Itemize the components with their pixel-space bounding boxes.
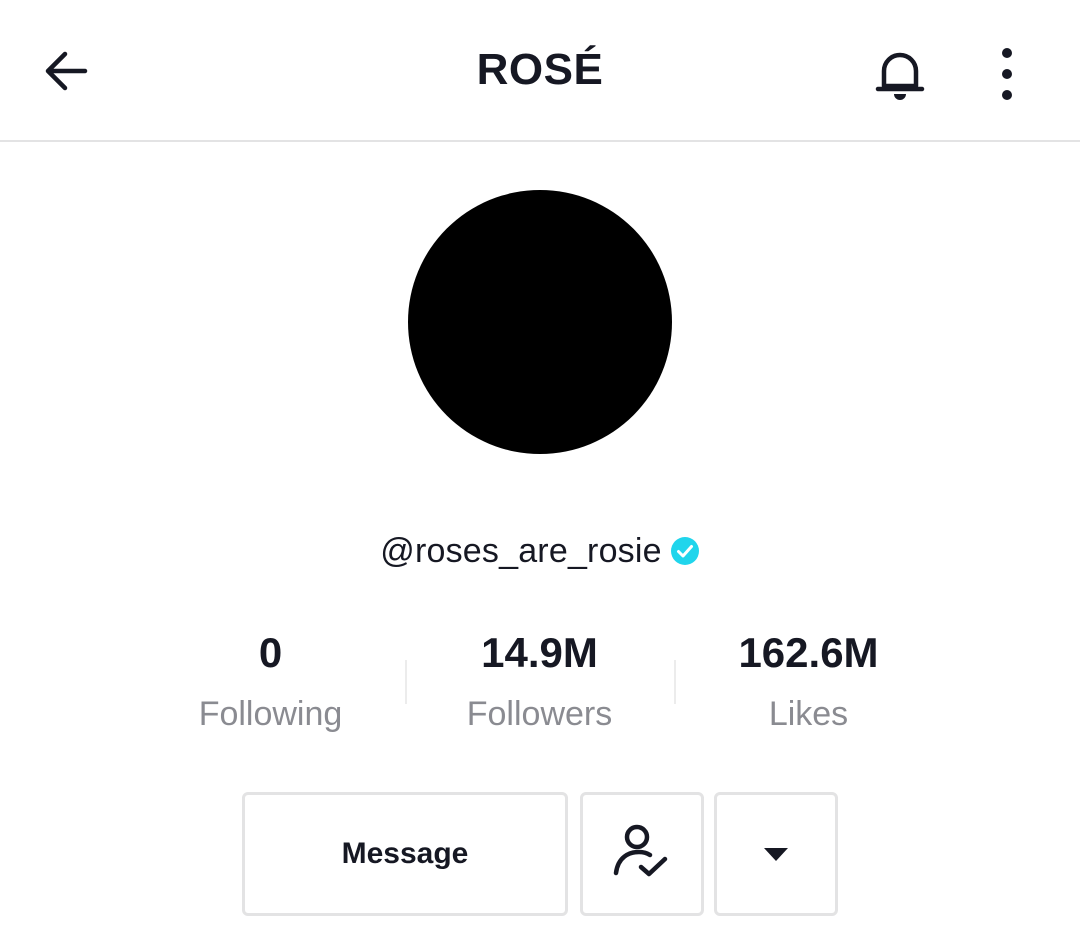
bell-icon xyxy=(875,52,925,100)
message-button[interactable]: Message xyxy=(242,792,568,916)
vertical-dots-icon xyxy=(1002,48,1012,100)
avatar[interactable] xyxy=(408,190,672,454)
following-label: Following xyxy=(198,695,343,733)
profile-stats: 0 Following 14.9M Followers 162.6M Likes xyxy=(136,624,944,754)
stat-following[interactable]: 0 Following xyxy=(136,624,405,754)
stat-followers[interactable]: 14.9M Followers xyxy=(405,624,674,754)
likes-count: 162.6M xyxy=(738,629,879,676)
following-button[interactable] xyxy=(580,792,704,916)
verified-badge-icon xyxy=(670,537,699,565)
following-count: 0 xyxy=(258,629,283,676)
more-dropdown-button[interactable] xyxy=(714,792,838,916)
notification-bell-button[interactable] xyxy=(862,36,938,112)
followers-count: 14.9M xyxy=(481,629,598,676)
username-row: @roses_are_rosie xyxy=(0,524,1080,578)
user-check-icon xyxy=(613,824,668,877)
followers-label: Followers xyxy=(466,695,613,733)
more-options-button[interactable] xyxy=(976,36,1038,112)
stat-likes[interactable]: 162.6M Likes xyxy=(674,624,943,754)
stat-divider xyxy=(674,660,676,704)
top-bar: ROSÉ xyxy=(0,0,1080,142)
likes-label: Likes xyxy=(768,695,849,733)
username: @roses_are_rosie xyxy=(380,531,662,570)
caret-down-icon xyxy=(764,848,788,861)
stat-divider xyxy=(405,660,407,704)
